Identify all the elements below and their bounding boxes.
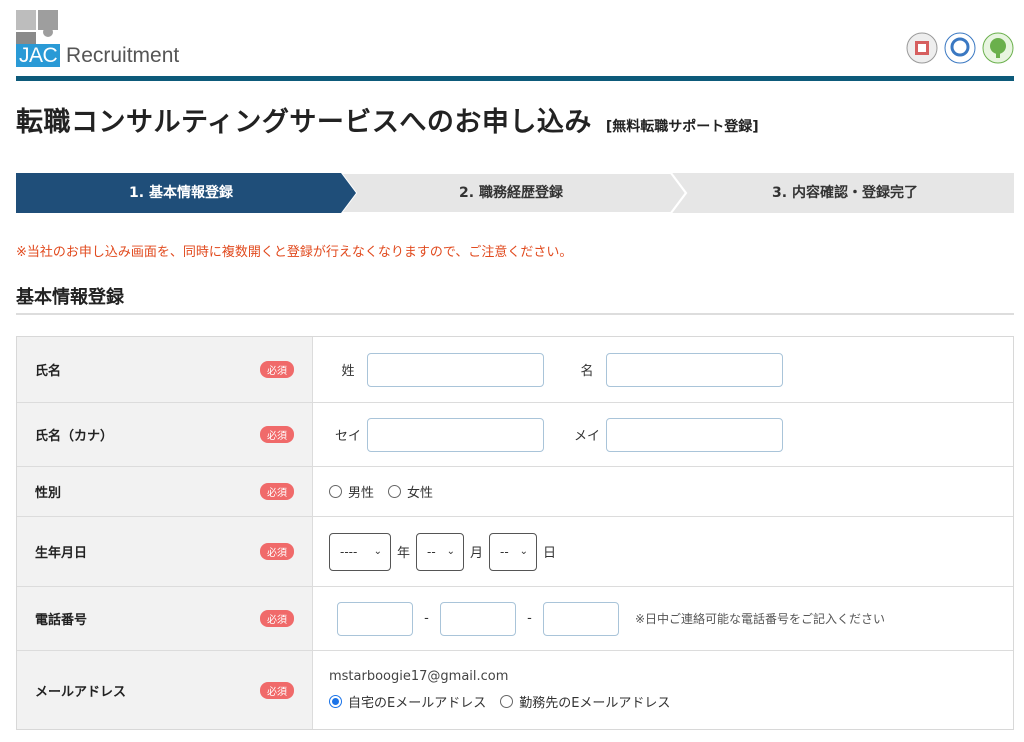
gender-female-option[interactable]: 女性 — [388, 482, 433, 501]
jac-logo[interactable]: JAC Recruitment — [16, 10, 186, 68]
year-unit: 年 — [397, 546, 411, 561]
privacy-badge-icon — [906, 32, 938, 64]
gender-label: 性別 — [35, 486, 62, 501]
email-address: mstarboogie17@gmail.com — [329, 669, 509, 684]
chevron-down-icon: ⌄ — [446, 546, 456, 557]
required-badge: 必須 — [260, 681, 294, 699]
row-kana: 氏名（カナ） 必須 セイ メイ — [17, 403, 1013, 467]
first-kana-input[interactable] — [606, 417, 783, 452]
birth-day-select[interactable]: -- ⌄ — [489, 532, 538, 571]
row-name: 氏名 必須 姓 名 — [17, 337, 1013, 403]
title-row: 転職コンサルティングサービスへのお申し込み [無料転職サポート登録] — [16, 100, 759, 139]
gender-male-option[interactable]: 男性 — [329, 482, 374, 501]
row-email: メールアドレス 必須 mstarboogie17@gmail.com 自宅のEメ… — [17, 651, 1013, 729]
birth-year-select[interactable]: ---- ⌄ — [329, 532, 391, 571]
required-badge: 必須 — [260, 483, 294, 500]
email-home-option[interactable]: 自宅のEメールアドレス — [329, 692, 486, 711]
month-unit: 月 — [470, 546, 484, 561]
step-confirm: 3. 内容確認・登録完了 — [772, 185, 918, 201]
phone-separator: - — [424, 611, 429, 626]
phone-separator: - — [527, 611, 532, 626]
first-kana-label: メイ — [573, 429, 600, 444]
step-career: 2. 職務経歴登録 — [459, 185, 563, 201]
birth-month-select[interactable]: -- ⌄ — [416, 532, 465, 571]
warning-notice: ※当社のお申し込み画面を、同時に複数開くと登録が行えなくなりますので、ご注意くだ… — [16, 245, 573, 260]
email-label: メールアドレス — [35, 684, 127, 700]
last-name-input[interactable] — [367, 352, 544, 387]
site-header: JAC Recruitment — [0, 0, 1024, 82]
page-title: 転職コンサルティングサービスへのお申し込み — [16, 107, 592, 138]
certification-badges — [906, 32, 1014, 64]
step-basic-info: 1. 基本情報登録 — [129, 185, 233, 201]
row-gender: 性別 必須 男性 女性 — [17, 467, 1013, 517]
email-work-option[interactable]: 勤務先のEメールアドレス — [500, 692, 670, 711]
required-badge: 必須 — [260, 426, 294, 443]
first-name-label: 名 — [580, 364, 594, 379]
header-divider — [16, 76, 1014, 81]
row-phone: 電話番号 必須 - - ※日中ご連絡可能な電話番号をご記入ください — [17, 587, 1013, 651]
kana-label: 氏名（カナ） — [35, 429, 114, 444]
row-birthdate: 生年月日 必須 ---- ⌄ 年 -- ⌄ 月 -- ⌄ 日 — [17, 517, 1013, 587]
privacy-mark-icon — [944, 32, 976, 64]
progress-steps: 1. 基本情報登録 2. 職務経歴登録 3. 内容確認・登録完了 — [16, 173, 1014, 213]
basic-info-form: 氏名 必須 姓 名 氏名（カナ） 必須 セイ メイ 性別 必須 男性 女性 生年… — [16, 336, 1014, 730]
radio-female[interactable] — [388, 485, 402, 498]
name-label: 氏名 — [35, 364, 62, 379]
phone-area-input[interactable] — [337, 601, 413, 636]
last-kana-label: セイ — [334, 429, 361, 444]
radio-work-email[interactable] — [500, 695, 514, 708]
phone-note: ※日中ご連絡可能な電話番号をご記入ください — [635, 612, 886, 626]
phone-last-input[interactable] — [543, 601, 619, 636]
page-subtitle: [無料転職サポート登録] — [605, 119, 759, 135]
last-kana-input[interactable] — [367, 417, 544, 452]
required-badge: 必須 — [260, 543, 294, 560]
birthdate-label: 生年月日 — [35, 546, 88, 561]
day-unit: 日 — [543, 546, 557, 561]
chevron-down-icon: ⌄ — [373, 546, 382, 557]
section-divider — [16, 313, 1014, 315]
phone-label: 電話番号 — [35, 613, 88, 628]
last-name-label: 姓 — [341, 364, 355, 379]
first-name-input[interactable] — [606, 352, 783, 387]
radio-home-email[interactable] — [329, 695, 342, 708]
required-badge: 必須 — [260, 610, 294, 627]
section-title: 基本情報登録 — [16, 287, 124, 308]
radio-male[interactable] — [329, 485, 342, 498]
eco-badge-icon — [982, 32, 1014, 64]
required-badge: 必須 — [260, 361, 294, 378]
phone-middle-input[interactable] — [440, 601, 516, 636]
logo-wordmark: JAC Recruitment — [16, 44, 179, 68]
chevron-down-icon: ⌄ — [519, 546, 529, 557]
